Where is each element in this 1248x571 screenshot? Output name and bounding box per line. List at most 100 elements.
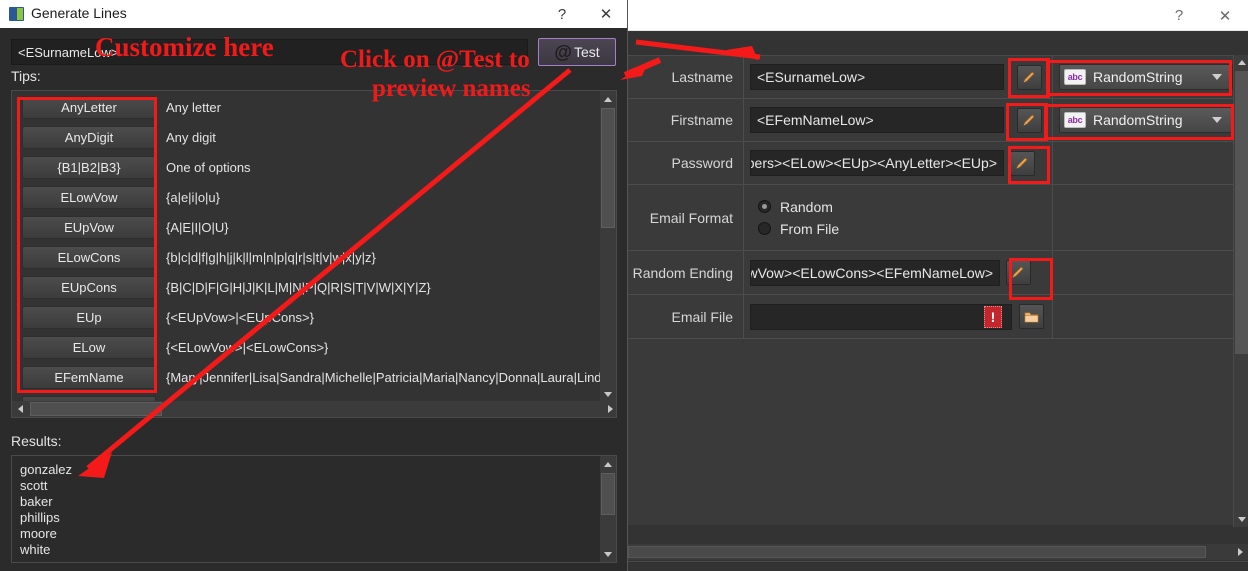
scrollbar-thumb[interactable] — [1235, 71, 1248, 354]
row-label: Firstname — [628, 99, 744, 141]
scroll-up-icon[interactable] — [1234, 55, 1248, 70]
help-icon[interactable]: ? — [540, 0, 584, 28]
tips-panel: AnyLetter Any letter AnyDigit Any digit … — [11, 90, 617, 418]
password-input[interactable]: umbers><ELow><EUp><AnyLetter><EUp> — [750, 150, 1004, 176]
scrollbar-thumb[interactable] — [628, 546, 1206, 558]
radio-dot-icon — [758, 222, 771, 235]
scroll-up-icon[interactable] — [600, 456, 616, 472]
list-item[interactable]: phillips — [20, 510, 580, 526]
lastname-type-select[interactable]: abc RandomString — [1059, 64, 1233, 90]
row-value-cell: Random From File — [744, 185, 1053, 250]
pattern-input[interactable]: <ESurnameLow> — [11, 39, 528, 65]
tip-token-button[interactable]: EUpVow — [22, 215, 156, 239]
row-label: Email Format — [628, 185, 744, 250]
radio-label-random: Random — [780, 198, 833, 215]
list-item[interactable]: moore — [20, 526, 580, 542]
tip-description: {B|C|D|F|G|H|J|K|L|M|N|P|Q|R|S|T|V|W|X|Y… — [166, 279, 431, 295]
settings-grid: Lastname <ESurnameLow> abc RandomString — [628, 55, 1233, 525]
tip-description: {a|e|i|o|u} — [166, 189, 220, 205]
radio-option-random[interactable]: Random — [758, 199, 833, 215]
scrollbar-thumb[interactable] — [601, 108, 615, 228]
list-item: AnyLetter Any letter — [12, 91, 601, 121]
email-file-input[interactable] — [750, 303, 1012, 330]
grid-horizontal-scrollbar[interactable] — [628, 544, 1248, 560]
tip-description: Any letter — [166, 99, 221, 115]
lastname-type-label: RandomString — [1093, 69, 1183, 85]
scroll-left-icon[interactable] — [12, 401, 28, 417]
dialog-footer: OK Cancel — [628, 561, 1248, 571]
scroll-down-icon[interactable] — [600, 546, 616, 562]
browse-file-button[interactable] — [1019, 304, 1044, 329]
list-item[interactable]: gonzalez — [20, 462, 580, 478]
table-row: Lastname <ESurnameLow> abc RandomString — [628, 56, 1233, 99]
close-icon[interactable]: ✕ — [1202, 0, 1248, 31]
table-row: Email Format Random From File — [628, 185, 1233, 251]
random-ending-input[interactable]: ELowVow><ELowCons><EFemNameLow> — [750, 259, 1000, 286]
row-type-cell — [1053, 185, 1233, 250]
chevron-down-icon — [1212, 74, 1222, 80]
list-item: {B1|B2|B3} One of options — [12, 151, 601, 181]
edit-pencil-button[interactable] — [1017, 64, 1042, 90]
tip-token-button[interactable]: EFemName — [22, 365, 156, 389]
error-icon: ! — [984, 305, 1002, 328]
row-label: Email File — [628, 295, 744, 338]
table-row: Password umbers><ELow><EUp><AnyLetter><E… — [628, 142, 1233, 185]
tip-description: {b|c|d|f|g|h|j|k|l|m|n|p|q|r|s|t|v|w|x|y… — [166, 249, 376, 265]
edit-pencil-button[interactable] — [1017, 107, 1042, 133]
tip-token-button[interactable]: {B1|B2|B3} — [22, 155, 156, 179]
results-list: gonzalez scott baker phillips moore whit… — [20, 462, 580, 558]
tip-token-button[interactable]: ELowVow — [22, 185, 156, 209]
row-value-cell: <EFemNameLow> — [744, 99, 1053, 141]
tips-vertical-scrollbar[interactable] — [600, 91, 616, 402]
tip-token-button[interactable]: EUp — [22, 305, 156, 329]
close-icon[interactable]: ✕ — [584, 0, 627, 28]
results-label: Results: — [11, 433, 62, 449]
row-label: Random Ending — [628, 251, 744, 294]
list-item[interactable]: white — [20, 542, 580, 558]
tip-token-button[interactable]: ELowCons — [22, 245, 156, 269]
radio-label-from-file: From File — [780, 220, 840, 237]
tip-description: {Mary|Jennifer|Lisa|Sandra|Michelle|Patr… — [166, 369, 601, 385]
results-vertical-scrollbar[interactable] — [600, 456, 616, 562]
scrollbar-thumb[interactable] — [601, 473, 615, 515]
edit-pencil-button[interactable] — [1006, 260, 1031, 285]
tip-description: Any digit — [166, 129, 216, 145]
radio-dot-icon — [758, 200, 771, 213]
tip-token-button[interactable]: EUpCons — [22, 275, 156, 299]
list-item: AnyDigit Any digit — [12, 121, 601, 151]
lastname-input[interactable]: <ESurnameLow> — [750, 64, 1004, 90]
at-icon: @ — [554, 41, 572, 62]
firstname-input[interactable]: <EFemNameLow> — [750, 107, 1004, 133]
scrollbar-thumb[interactable] — [30, 402, 162, 416]
row-value-cell: umbers><ELow><EUp><AnyLetter><EUp> — [744, 142, 1053, 184]
edit-pencil-button[interactable] — [1010, 150, 1035, 176]
table-row: Random Ending ELowVow><ELowCons><EFemNam… — [628, 251, 1233, 295]
tip-token-button[interactable]: ELow — [22, 335, 156, 359]
scroll-right-icon[interactable] — [602, 401, 616, 417]
table-row: Firstname <EFemNameLow> abc RandomString — [628, 99, 1233, 142]
tip-token-button[interactable]: AnyDigit — [22, 125, 156, 149]
test-button[interactable]: @ Test — [538, 38, 616, 66]
help-icon[interactable]: ? — [1156, 0, 1202, 31]
grid-vertical-scrollbar[interactable] — [1233, 55, 1248, 527]
abc-icon: abc — [1064, 69, 1086, 85]
tip-description: {<EUpVow>|<EUpCons>} — [166, 309, 314, 325]
tip-token-button[interactable]: AnyLetter — [22, 95, 156, 119]
abc-icon: abc — [1064, 112, 1086, 128]
chevron-down-icon — [1212, 117, 1222, 123]
row-value-cell: ! — [744, 295, 1053, 338]
tips-horizontal-scrollbar[interactable] — [12, 401, 616, 417]
tips-list: AnyLetter Any letter AnyDigit Any digit … — [12, 91, 601, 401]
scroll-down-icon[interactable] — [1234, 512, 1248, 527]
scroll-up-icon[interactable] — [600, 91, 616, 107]
table-row: Email File ! — [628, 295, 1233, 339]
generate-lines-dialog: Generate Lines ? ✕ <ESurnameLow> @ Test … — [0, 0, 628, 571]
scroll-right-icon[interactable] — [1232, 544, 1248, 560]
firstname-type-select[interactable]: abc RandomString — [1059, 107, 1233, 133]
radio-option-from-file[interactable]: From File — [758, 221, 839, 237]
list-item[interactable]: baker — [20, 494, 580, 510]
list-item: EUpVow {A|E|I|O|U} — [12, 211, 601, 241]
row-type-cell — [1053, 251, 1233, 294]
list-item[interactable]: scott — [20, 478, 580, 494]
scroll-down-icon[interactable] — [600, 386, 616, 402]
